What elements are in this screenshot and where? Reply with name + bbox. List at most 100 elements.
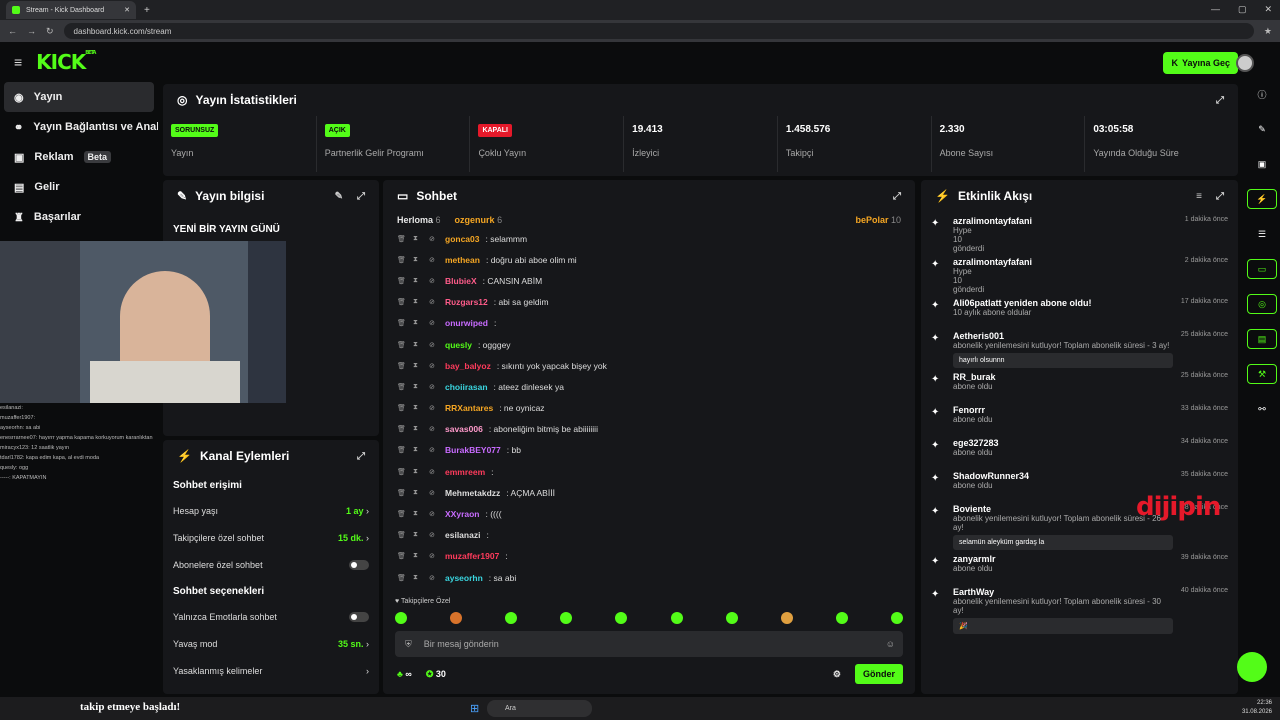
close-tab-icon[interactable]: ✕ [124,6,130,14]
timeout-icon[interactable]: ⧗ [413,552,423,560]
top-chatter[interactable]: ozgenurk 6 [455,215,503,225]
chat-icon[interactable]: ▭ [1247,259,1277,279]
timeout-icon[interactable]: ⧗ [413,425,423,433]
send-button[interactable]: Gönder [854,664,903,684]
address-bar[interactable]: dashboard.kick.com/stream [63,23,1254,39]
chat-message[interactable]: 🗑 ⧗ ⊘ choiirasan: ateez dinlesek ya [397,376,901,397]
chat-username[interactable]: RRXantares [445,403,493,413]
taskbar-search[interactable]: Ara [487,700,592,717]
browser-tab[interactable]: Stream - Kick Dashboard ✕ [6,1,136,19]
emote-icon[interactable] [560,612,573,624]
slow-mode-row[interactable]: Yavaş mod 35 sn. › [163,630,379,657]
chat-message[interactable]: 🗑 ⧗ ⊘ savas006: aboneliğim bitmiş be abiiii… [397,419,901,440]
ban-icon[interactable]: ⊘ [429,256,439,264]
subscribers-only-toggle[interactable] [349,559,369,570]
timeout-icon[interactable]: ⧗ [413,277,423,285]
chat-message[interactable]: 🗑 ⧗ ⊘ RRXantares: ne oynicaz [397,398,901,419]
go-live-button[interactable]: K Yayına Geç [1163,52,1238,74]
sidebar-item-stream-key[interactable]: ⚭ Yayın Bağlantısı ve Anahtar [0,112,158,142]
trash-icon[interactable]: 🗑 [397,404,407,412]
trash-icon[interactable]: 🗑 [397,319,407,327]
back-icon[interactable]: ← [8,26,17,36]
trash-icon[interactable]: 🗑 [397,468,407,476]
chat-message[interactable]: 🗑 ⧗ ⊘ methean: doğru abi aboe olim mi [397,249,901,270]
share-icon[interactable]: ⚯ [1247,399,1277,419]
info-icon[interactable]: ⓘ [1247,84,1277,104]
chat-username[interactable]: muzaffer1907 [445,551,499,561]
expand-icon[interactable]: ⤢ [1216,95,1224,106]
ban-icon[interactable]: ⊘ [429,510,439,518]
target-icon[interactable]: ◎ [1247,294,1277,314]
windows-start-icon[interactable]: ⊞ [470,702,479,715]
activity-name[interactable]: Ali06patlatt yeniden abone oldu! [953,298,1173,308]
chat-username[interactable]: choiirasan [445,382,488,392]
edit-icon[interactable]: ✎ [335,191,343,202]
banned-words-row[interactable]: Yasaklanmış kelimeler › [163,657,379,684]
ban-icon[interactable]: ⊘ [429,574,439,582]
timeout-icon[interactable]: ⧗ [413,531,423,539]
chat-input[interactable]: ⛨ Bir mesaj gönderin ☺ [395,631,903,657]
chat-message[interactable]: 🗑 ⧗ ⊘ gonca03: selammm [397,228,901,249]
new-tab-icon[interactable]: + [144,5,150,16]
sidebar-item-revenue[interactable]: ▤ Gelir [0,172,158,202]
list-icon[interactable]: ☰ [1247,224,1277,244]
maximize-icon[interactable]: ▢ [1238,4,1247,15]
activity-name[interactable]: Aetheris001 [953,331,1173,341]
save-icon[interactable]: ▤ [1247,329,1277,349]
timeout-icon[interactable]: ⧗ [413,574,423,582]
help-chat-icon[interactable] [1237,652,1267,682]
expand-icon[interactable]: ⤢ [357,191,365,202]
emote-icon[interactable] [505,612,518,624]
chat-message[interactable]: 🗑 ⧗ ⊘ Rυzgars12: abi sa geldim [397,292,901,313]
timeout-icon[interactable]: ⧗ [413,404,423,412]
ban-icon[interactable]: ⊘ [429,489,439,497]
timeout-icon[interactable]: ⧗ [413,468,423,476]
chat-username[interactable]: BurakBEY077 [445,445,501,455]
pencil-icon[interactable]: ✎ [1247,119,1277,139]
ban-icon[interactable]: ⊘ [429,404,439,412]
chat-username[interactable]: Mehmetakdzz [445,488,500,498]
chat-username[interactable]: BlubieX [445,276,477,286]
ban-icon[interactable]: ⊘ [429,468,439,476]
expand-icon[interactable]: ⤢ [893,191,901,202]
emote-icon[interactable] [835,612,848,624]
chat-message[interactable]: 🗑 ⧗ ⊘ bay_balyoz: sıkıntı yok yapcak bişey … [397,355,901,376]
timeout-icon[interactable]: ⧗ [413,319,423,327]
top-chatter[interactable]: bePolar 10 [855,215,901,225]
chat-message[interactable]: 🗑 ⧗ ⊘ BlubieX: CANSIN ABİM [397,270,901,291]
activity-name[interactable]: ege327283 [953,438,1173,448]
timeout-icon[interactable]: ⧗ [413,510,423,518]
chat-message[interactable]: 🗑 ⧗ ⊘ emmreem: [397,461,901,482]
trash-icon[interactable]: 🗑 [397,362,407,370]
trash-icon[interactable]: 🗑 [397,574,407,582]
ban-icon[interactable]: ⊘ [429,362,439,370]
timeout-icon[interactable]: ⧗ [413,446,423,454]
chat-message[interactable]: 🗑 ⧗ ⊘ onurwiped: [397,313,901,334]
chat-username[interactable]: XXyraon [445,509,480,519]
video-icon[interactable]: ▣ [1247,154,1277,174]
followers-only-row[interactable]: Takipçilere özel sohbet 15 dk. › [163,524,379,551]
chat-username[interactable]: bay_balyoz [445,361,491,371]
emote-icon[interactable] [780,612,793,624]
trash-icon[interactable]: 🗑 [397,446,407,454]
timeout-icon[interactable]: ⧗ [413,256,423,264]
expand-icon[interactable]: ⤢ [1216,191,1224,202]
emote-icon[interactable] [890,612,903,624]
trash-icon[interactable]: 🗑 [397,510,407,518]
chat-message[interactable]: 🗑 ⧗ ⊘ muzaffer1907: [397,546,901,567]
activity-name[interactable]: EarthWay [953,587,1173,597]
chat-message[interactable]: 🗑 ⧗ ⊘ ayseorhn: sa abi [397,567,901,588]
trash-icon[interactable]: 🗑 [397,277,407,285]
chat-username[interactable]: quesly [445,340,472,350]
chat-username[interactable]: methean [445,255,480,265]
chat-message[interactable]: 🗑 ⧗ ⊘ esilanazi: [397,525,901,546]
trash-icon[interactable]: 🗑 [397,425,407,433]
activity-name[interactable]: RR_burak [953,372,1173,382]
trash-icon[interactable]: 🗑 [397,298,407,306]
chat-username[interactable]: esilanazi [445,530,480,540]
timeout-icon[interactable]: ⧗ [413,489,423,497]
ban-icon[interactable]: ⊘ [429,446,439,454]
top-chatter[interactable]: Herloma 6 [397,215,441,225]
emote-icon[interactable] [725,612,738,624]
bookmark-star-icon[interactable]: ★ [1264,26,1272,37]
